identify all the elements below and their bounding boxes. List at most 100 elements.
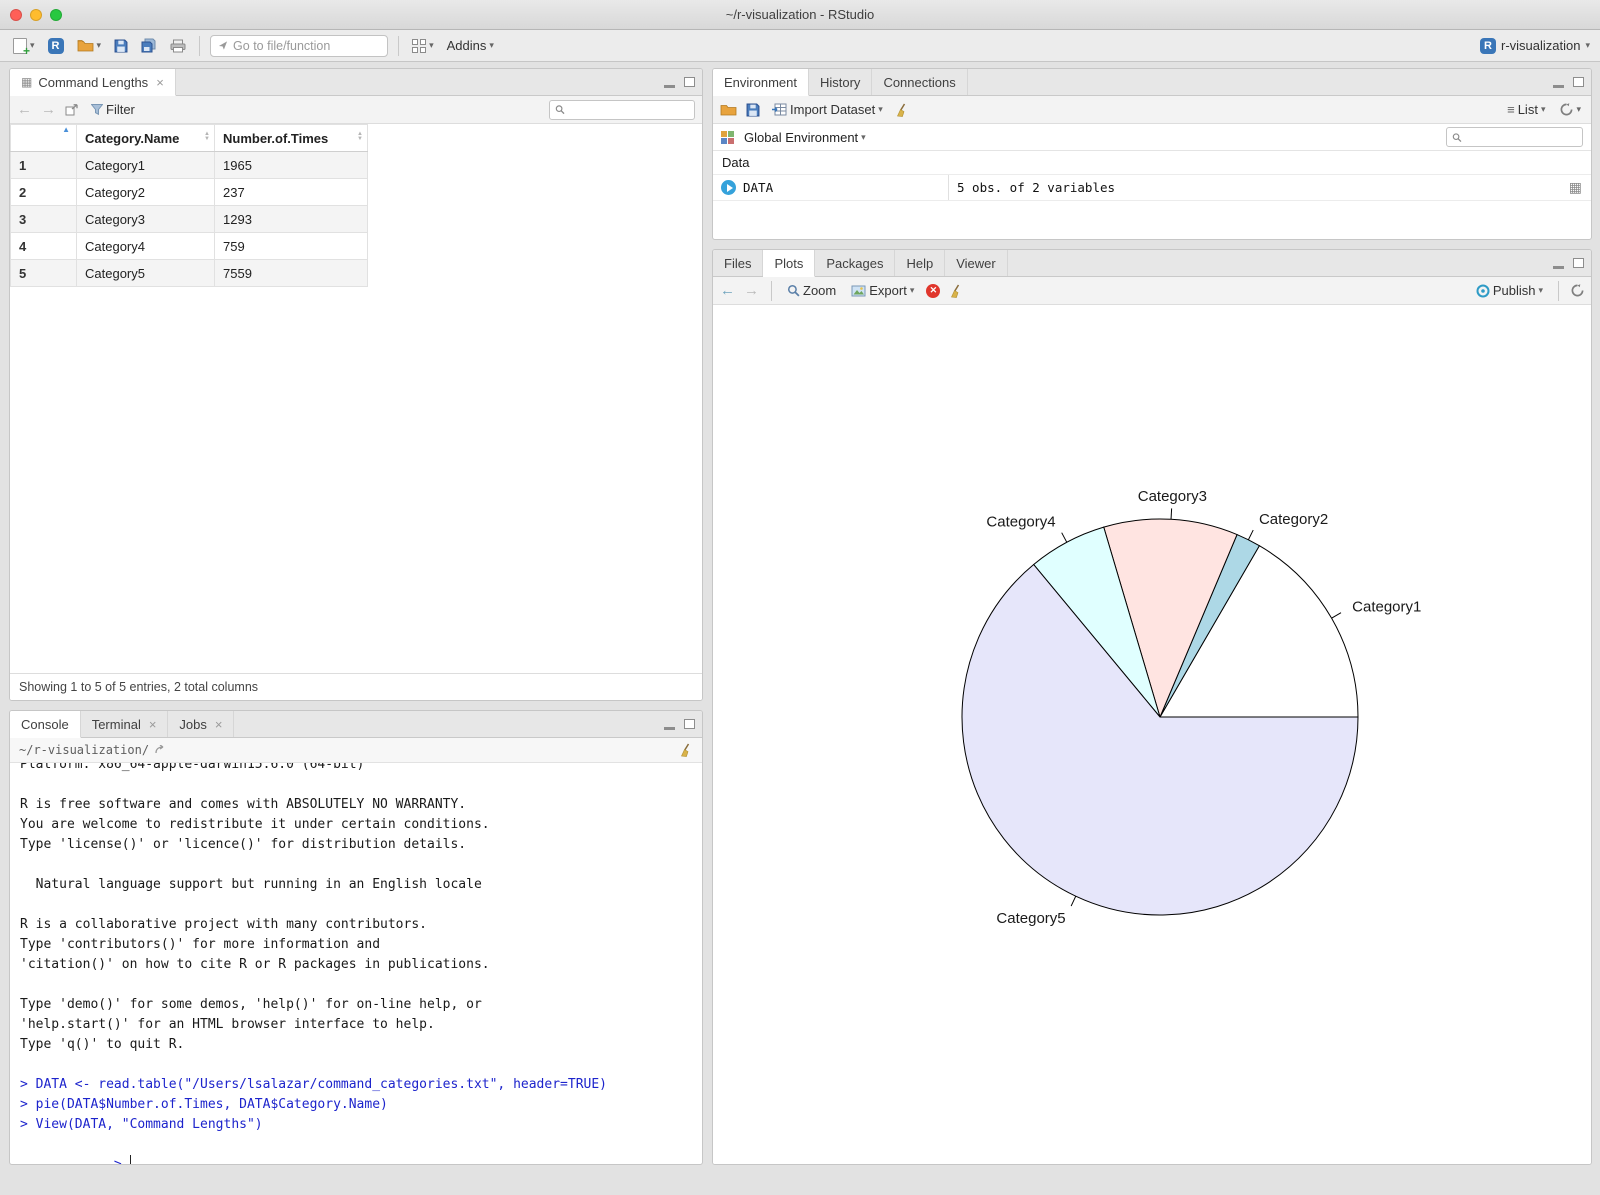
new-project-button[interactable]: R	[45, 36, 67, 56]
open-in-files-icon[interactable]	[155, 745, 167, 755]
clear-all-plots-broom-icon[interactable]	[949, 284, 963, 298]
close-tab-icon[interactable]: ×	[149, 717, 157, 732]
save-button[interactable]	[111, 37, 131, 55]
environment-search-input[interactable]	[1465, 130, 1577, 144]
view-data-grid-icon[interactable]: ▦	[1560, 179, 1591, 196]
open-file-button[interactable]: ▾	[74, 37, 105, 54]
goto-file-input[interactable]	[233, 38, 381, 53]
viewer-search-input[interactable]	[568, 102, 689, 117]
scope-label: Global Environment	[744, 129, 859, 145]
zoom-plot-button[interactable]: Zoom	[784, 281, 839, 300]
viewer-tabstrip: ▦ Command Lengths ×	[10, 69, 702, 96]
clear-environment-broom-icon[interactable]	[895, 103, 909, 117]
forward-icon[interactable]: →	[41, 102, 56, 117]
maximize-pane-icon[interactable]	[1573, 77, 1584, 87]
remove-plot-icon[interactable]: ✕	[926, 283, 941, 298]
goto-file-box	[210, 34, 389, 57]
close-tab-icon[interactable]: ×	[215, 717, 223, 732]
tab-plots[interactable]: Plots	[763, 250, 816, 277]
publish-plot-button[interactable]: Publish ▾	[1473, 281, 1546, 300]
close-tab-icon[interactable]: ×	[156, 75, 164, 90]
filter-button[interactable]: Filter	[88, 100, 138, 119]
object-name: DATA	[743, 180, 774, 195]
console-path-bar: ~/r-visualization/	[10, 738, 702, 763]
expand-object-play-icon[interactable]	[721, 180, 736, 195]
table-row[interactable]: 3 Category3 1293	[10, 205, 368, 233]
maximize-pane-icon[interactable]	[684, 77, 695, 87]
console-prompt-line[interactable]: >	[20, 1135, 692, 1164]
load-workspace-folder-icon[interactable]	[720, 103, 737, 116]
row-number-cell: 5	[10, 259, 77, 287]
save-all-button[interactable]	[138, 36, 160, 55]
tab-help[interactable]: Help	[895, 250, 946, 276]
table-row[interactable]: 1 Category1 1965	[10, 151, 368, 179]
table-row[interactable]: 4 Category4 759	[10, 232, 368, 260]
minimize-pane-icon[interactable]	[1553, 265, 1564, 269]
console-command-line: > View(DATA, "Command Lengths")	[20, 1117, 263, 1132]
zoom-window-button[interactable]	[50, 8, 62, 21]
tab-label: Command Lengths	[38, 74, 149, 90]
chevron-down-icon: ▾	[1576, 104, 1581, 114]
table-row[interactable]: 5 Category5 7559	[10, 259, 368, 287]
tab-terminal[interactable]: Terminal ×	[81, 711, 169, 737]
workspace-panes-button[interactable]: ▾	[409, 37, 437, 55]
tab-files[interactable]: Files	[713, 250, 764, 276]
environment-scope-selector[interactable]: Global Environment ▾	[741, 128, 869, 147]
tab-viewer[interactable]: Viewer	[945, 250, 1008, 276]
pie-label-category1: Category1	[1352, 599, 1421, 616]
minimize-window-button[interactable]	[30, 8, 42, 21]
minimize-pane-icon[interactable]	[1553, 84, 1564, 88]
pane-layout: ▦ Command Lengths × ← → Filter ▲ Categor…	[0, 62, 1600, 1195]
import-dataset-button[interactable]: Import Dataset ▾	[769, 100, 886, 119]
refresh-plot-icon[interactable]	[1571, 284, 1584, 297]
column-header-category-name[interactable]: Category.Name ▲ ▼	[76, 124, 215, 152]
toolbar-separator	[398, 35, 400, 56]
tab-history[interactable]: History	[809, 69, 873, 95]
column-header-number-of-times[interactable]: Number.of.Times ▲ ▼	[214, 124, 368, 152]
chevron-down-icon: ▾	[861, 131, 866, 142]
sort-icons[interactable]: ▲ ▼	[204, 131, 210, 142]
save-all-icon	[141, 38, 156, 53]
data-frame-icon: ▦	[21, 75, 33, 89]
publish-label: Publish	[1492, 283, 1536, 298]
save-workspace-icon[interactable]	[746, 103, 760, 117]
table-cell: Category5	[76, 259, 215, 287]
refresh-environment-button[interactable]: ▾	[1557, 101, 1584, 118]
console-body[interactable]: Platform: x86_64-apple-darwin15.6.0 (64-…	[10, 763, 702, 1164]
clear-console-broom-icon[interactable]	[679, 743, 693, 757]
tab-jobs[interactable]: Jobs ×	[168, 711, 235, 737]
popout-icon[interactable]	[65, 103, 79, 116]
maximize-pane-icon[interactable]	[1573, 258, 1584, 268]
object-description: 5 obs. of 2 variables	[948, 175, 1560, 200]
previous-plot-icon[interactable]: ←	[720, 283, 735, 298]
export-plot-button[interactable]: Export ▾	[848, 281, 917, 300]
chevron-down-icon: ▾	[909, 285, 915, 295]
minimize-pane-icon[interactable]	[664, 726, 675, 730]
tab-console[interactable]: Console	[10, 711, 81, 738]
tab-connections[interactable]: Connections	[872, 69, 968, 95]
env-object-row[interactable]: DATA 5 obs. of 2 variables ▦	[713, 175, 1591, 201]
minimize-pane-icon[interactable]	[664, 84, 675, 88]
tab-label: Terminal	[91, 716, 141, 732]
pane-window-controls	[1553, 69, 1584, 95]
list-view-button[interactable]: ≡ List ▾	[1504, 100, 1548, 119]
new-file-button[interactable]: ▾	[10, 36, 38, 58]
back-icon[interactable]: ←	[17, 102, 32, 117]
tab-environment[interactable]: Environment	[713, 69, 809, 96]
project-selector[interactable]: R r-visualization ▾	[1479, 37, 1590, 54]
row-number-header[interactable]: ▲	[10, 124, 77, 152]
table-row[interactable]: 2 Category2 237	[10, 178, 368, 206]
tab-packages[interactable]: Packages	[815, 250, 896, 276]
print-button[interactable]	[167, 37, 189, 55]
maximize-pane-icon[interactable]	[684, 719, 695, 729]
next-plot-icon[interactable]: →	[744, 283, 759, 298]
tab-command-lengths[interactable]: ▦ Command Lengths ×	[10, 69, 176, 96]
addins-button[interactable]: Addins ▾	[444, 36, 497, 55]
close-window-button[interactable]	[10, 8, 22, 21]
project-name: r-visualization	[1500, 38, 1581, 53]
rstudio-window: ~/r-visualization - RStudio ▾ R ▾	[0, 0, 1600, 1195]
sort-icons[interactable]: ▲ ▼	[357, 131, 363, 142]
import-dataset-icon	[772, 103, 787, 116]
